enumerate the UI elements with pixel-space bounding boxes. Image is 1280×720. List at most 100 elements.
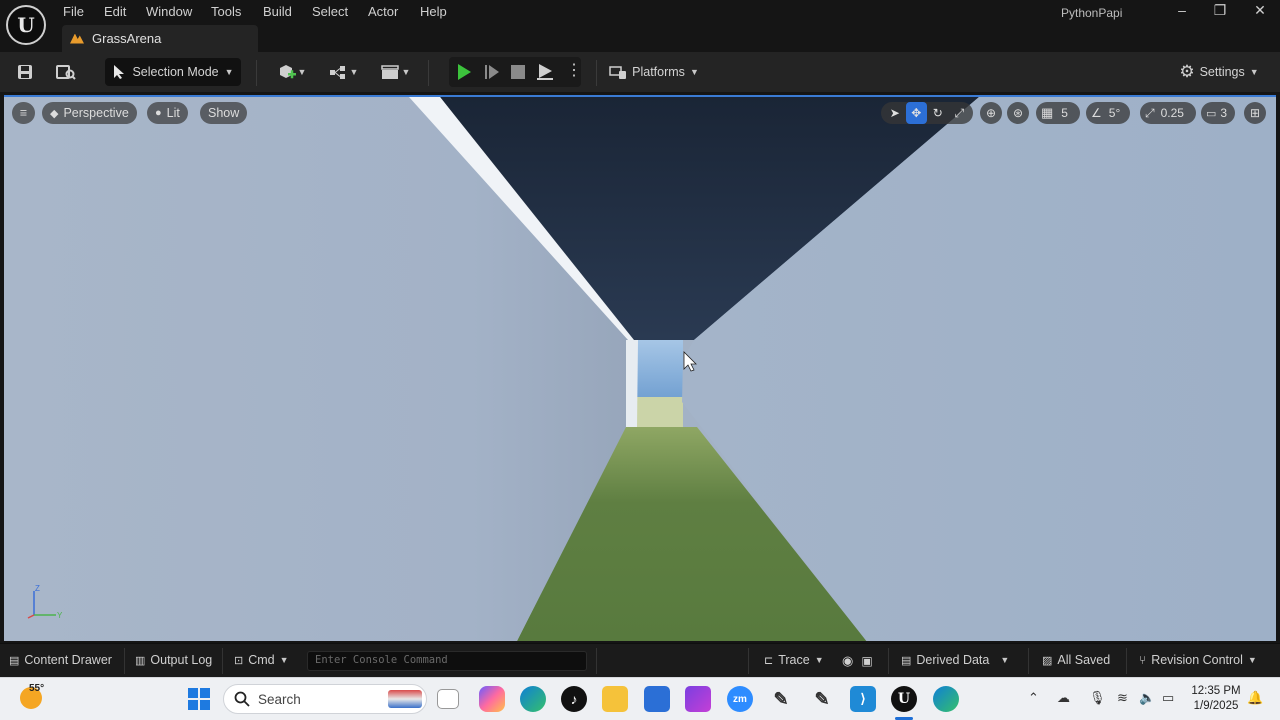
chevron-up-icon[interactable]: ⌃	[1028, 690, 1039, 706]
surface-snap-toggle[interactable]: ⊛	[1007, 102, 1029, 124]
camera-icon: ▭	[1206, 107, 1217, 120]
platforms-icon	[609, 66, 627, 79]
microphone-icon[interactable]: 🎙	[1089, 690, 1106, 706]
menu-build[interactable]: Build	[263, 4, 292, 19]
onedrive-icon[interactable]: ☁	[1057, 690, 1070, 706]
unreal-logo-icon[interactable]: U	[6, 5, 46, 45]
content-drawer-label: Content Drawer	[24, 653, 112, 667]
cmd-label: Cmd	[248, 653, 275, 667]
level-viewport[interactable]: Z Y ≡ ◆ Perspective ● Lit Show ➤ ✥ ↻ ⤢ ⊕…	[4, 95, 1276, 641]
grid-snap-button[interactable]: ▦ 5	[1036, 102, 1080, 124]
chevron-down-icon: ▼	[401, 67, 411, 77]
menu-bar: U File Edit Window Tools Build Select Ac…	[0, 0, 1280, 52]
edge-alt-icon[interactable]	[933, 686, 959, 712]
perspective-button[interactable]: ◆ Perspective	[42, 102, 137, 124]
clipchamp-icon[interactable]	[685, 686, 711, 712]
output-log-button[interactable]: ▥ Output Log	[135, 653, 212, 667]
camera-speed-value: 3	[1220, 106, 1228, 120]
blueprint-button[interactable]: ▼	[324, 58, 362, 86]
notification-bell-icon[interactable]: 🔔	[1247, 690, 1263, 706]
axis-z-label: Z	[35, 584, 40, 593]
viewport-menu-button[interactable]: ≡	[12, 102, 35, 124]
record-icon[interactable]: ◉	[842, 653, 853, 669]
scale-tool-icon[interactable]: ⤢	[949, 102, 971, 124]
menu-help[interactable]: Help	[420, 4, 447, 19]
search-label: Search	[258, 691, 301, 707]
select-tool-icon[interactable]: ➤	[884, 102, 906, 124]
wifi-icon[interactable]: ≋	[1117, 690, 1128, 706]
menu-select[interactable]: Select	[312, 4, 348, 19]
chevron-down-icon: ▼	[297, 67, 307, 77]
grid-snap-value: 5	[1061, 106, 1068, 120]
advance-frame-icon[interactable]	[483, 63, 501, 81]
chevron-down-icon: ▼	[224, 67, 234, 77]
windows-start-icon[interactable]	[187, 687, 211, 711]
feather-alt-icon[interactable]: ✎	[809, 686, 835, 712]
level-tab[interactable]: GrassArena	[62, 25, 258, 52]
lit-button[interactable]: ● Lit	[147, 102, 188, 124]
feather-icon[interactable]: ✎	[768, 686, 794, 712]
platforms-dropdown[interactable]: Platforms ▼	[608, 58, 700, 86]
console-command-input[interactable]: Enter Console Command	[307, 651, 587, 671]
derived-data-dropdown[interactable]: ▤ Derived Data ▼	[901, 653, 1009, 667]
store-icon[interactable]	[644, 686, 670, 712]
menu-edit[interactable]: Edit	[104, 4, 126, 19]
trace-icon: ⊏	[764, 654, 774, 667]
all-saved-label: All Saved	[1057, 653, 1111, 667]
translate-tool-icon[interactable]: ✥	[905, 102, 927, 124]
cinematics-button[interactable]: ▼	[376, 58, 414, 86]
log-icon: ▥	[135, 654, 146, 667]
stop-icon[interactable]	[510, 64, 526, 80]
revision-control-dropdown[interactable]: ⑂ Revision Control ▼	[1139, 653, 1257, 667]
browse-icon[interactable]	[52, 58, 80, 86]
zoom-icon[interactable]: zm	[727, 686, 753, 712]
all-saved-button[interactable]: ▨ All Saved	[1042, 653, 1110, 667]
screenshot-icon[interactable]: ▣	[861, 654, 872, 668]
trace-dropdown[interactable]: ⊏ Trace ▼	[764, 653, 824, 667]
selection-mode-dropdown[interactable]: Selection Mode ▼	[105, 58, 241, 86]
task-view-icon[interactable]	[437, 689, 459, 709]
world-local-toggle[interactable]: ⊕	[980, 102, 1002, 124]
rotation-snap-button[interactable]: ∠ 5°	[1086, 102, 1130, 124]
search-icon	[234, 691, 250, 707]
camera-speed-button[interactable]: ▭ 3	[1201, 102, 1235, 124]
eject-icon[interactable]	[535, 62, 555, 82]
show-button[interactable]: Show	[200, 102, 248, 124]
viewport-layout-button[interactable]: ⊞	[1244, 102, 1266, 124]
rotation-snap-value: 5°	[1108, 106, 1121, 120]
trace-actions: ◉ ▣	[842, 653, 873, 669]
viewport-scene[interactable]: Z Y	[4, 97, 1276, 641]
scale-snap-button[interactable]: ⤢ 0.25	[1140, 102, 1196, 124]
menu-file[interactable]: File	[63, 4, 84, 19]
menu-window[interactable]: Window	[146, 4, 192, 19]
vscode-icon[interactable]: ⟩	[850, 686, 876, 712]
content-drawer-button[interactable]: ▤ Content Drawer	[9, 653, 112, 667]
menu-tools[interactable]: Tools	[211, 4, 241, 19]
play-icon[interactable]	[455, 63, 473, 81]
close-icon[interactable]: ✕	[1248, 2, 1272, 19]
settings-dropdown[interactable]: ⚙ Settings ▼	[1176, 58, 1262, 86]
file-explorer-icon[interactable]	[602, 686, 628, 712]
rotate-tool-icon[interactable]: ↻	[927, 102, 949, 124]
minimize-icon[interactable]: –	[1170, 2, 1194, 18]
copilot-icon[interactable]	[479, 686, 505, 712]
battery-icon[interactable]: ▭	[1162, 690, 1174, 706]
volume-icon[interactable]: 🔈	[1139, 690, 1155, 706]
maximize-icon[interactable]: ❐	[1208, 2, 1232, 19]
chevron-down-icon: ▼	[1247, 655, 1257, 665]
cursor-icon	[114, 65, 125, 79]
system-clock[interactable]: 12:35 PM 1/9/2025	[1190, 684, 1242, 714]
show-label: Show	[208, 106, 240, 120]
perspective-label: Perspective	[63, 106, 129, 120]
database-icon: ▤	[901, 654, 912, 667]
tiktok-icon[interactable]: ♪	[561, 686, 587, 712]
taskbar-search[interactable]: Search	[223, 684, 427, 714]
unreal-taskbar-icon[interactable]: U	[891, 686, 917, 712]
menu-actor[interactable]: Actor	[368, 4, 398, 19]
save-icon[interactable]	[12, 58, 38, 86]
cmd-dropdown[interactable]: ⊡ Cmd ▼	[234, 653, 289, 667]
more-options-icon[interactable]: ⋮	[566, 61, 582, 81]
add-actor-button[interactable]: ▼	[272, 58, 310, 86]
windows-taskbar: 55° Search ♪ zm ✎ ✎ ⟩ U ⌃ ☁ 🎙 ≋ 🔈 ▭ 12:3…	[0, 677, 1280, 720]
edge-icon[interactable]	[520, 686, 546, 712]
